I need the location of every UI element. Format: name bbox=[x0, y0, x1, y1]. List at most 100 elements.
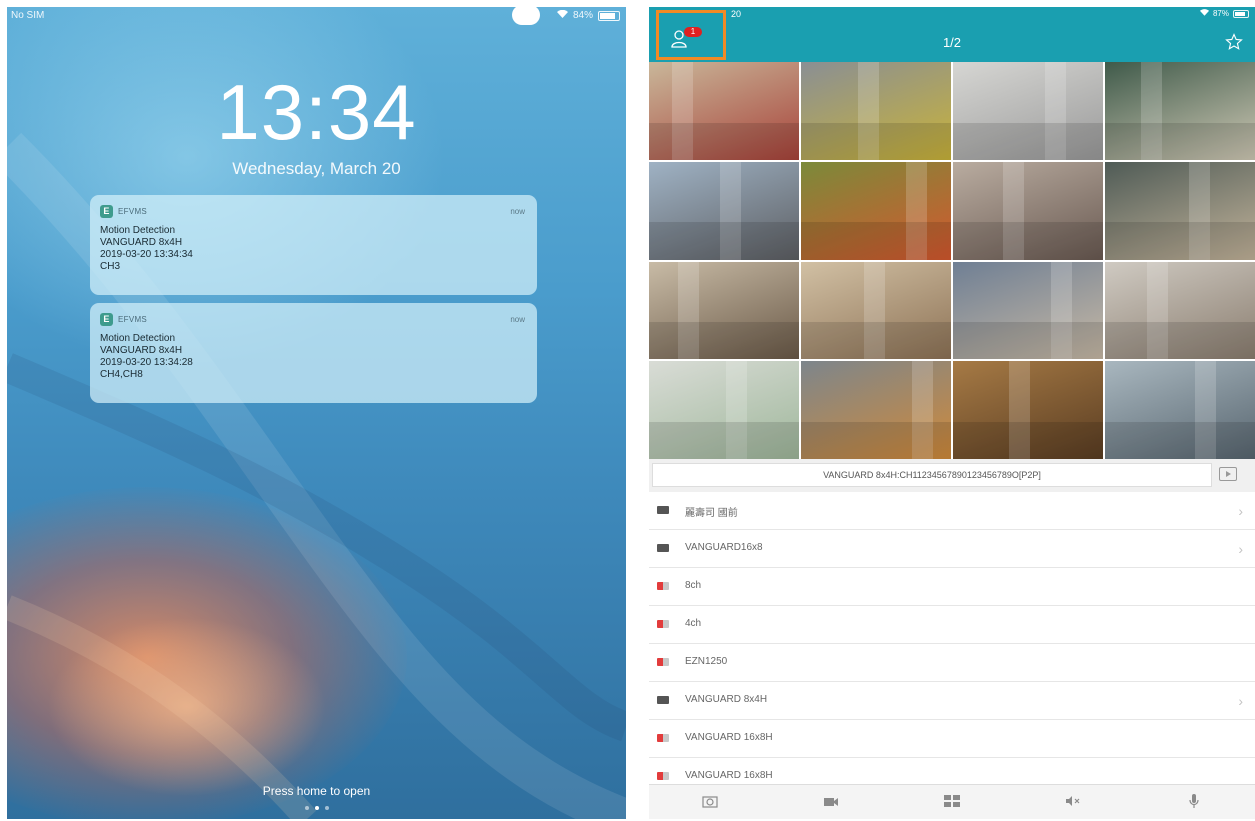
notification-app-name: EFVMS bbox=[118, 315, 148, 324]
layout-icon bbox=[943, 795, 960, 810]
mute-button[interactable] bbox=[1061, 791, 1085, 815]
device-list[interactable]: 麗壽司 國前 › VANGUARD16x8 › 8ch 4ch EZN1250 VANGUAR… bbox=[649, 492, 1255, 784]
favorite-button[interactable] bbox=[1225, 33, 1243, 56]
selected-channel-bar[interactable]: VANGUARD 8x4H:CH11234567890123456789O[P2… bbox=[652, 463, 1212, 487]
camera-view-hospital-corridor[interactable] bbox=[649, 361, 799, 459]
device-row[interactable]: EZN1250 bbox=[649, 644, 1255, 682]
snapshot-icon bbox=[701, 795, 718, 811]
device-name: EZN1250 bbox=[685, 656, 728, 667]
ipc-icon bbox=[657, 582, 669, 590]
camera-scene-floor bbox=[649, 322, 799, 360]
battery-icon bbox=[1233, 9, 1249, 18]
device-name: VANGUARD16x8 bbox=[685, 542, 763, 553]
ipc-icon bbox=[657, 620, 669, 628]
ipc-icon bbox=[657, 734, 669, 742]
notification-card[interactable]: E EFVMS now Motion Detection VANGUARD 8x… bbox=[90, 195, 537, 295]
notification-app: E EFVMS bbox=[100, 313, 147, 326]
playback-button[interactable] bbox=[1219, 467, 1237, 481]
camera-view-mall-atrium[interactable] bbox=[649, 261, 799, 360]
camera-scene-floor bbox=[1105, 421, 1255, 459]
notification-title: Motion Detection bbox=[100, 225, 176, 236]
camera-view-fruit-market[interactable] bbox=[801, 161, 951, 260]
ipc-icon bbox=[657, 658, 669, 666]
camera-view-bus-street[interactable] bbox=[801, 62, 951, 160]
camera-view-glass-entrance[interactable] bbox=[1105, 361, 1255, 459]
battery-icon bbox=[598, 10, 620, 21]
snapshot-button[interactable] bbox=[698, 791, 722, 815]
wifi-icon bbox=[556, 9, 568, 21]
mute-icon bbox=[1065, 795, 1081, 810]
camera-view-mall-escalator[interactable] bbox=[1105, 161, 1255, 260]
ipc-icon bbox=[657, 772, 669, 780]
camera-scene-floor bbox=[801, 421, 951, 459]
notification-title: Motion Detection bbox=[100, 333, 176, 344]
device-row[interactable]: 4ch bbox=[649, 606, 1255, 644]
microphone-button[interactable] bbox=[1182, 791, 1206, 815]
camera-view-mall-escalator-2[interactable] bbox=[801, 261, 951, 360]
device-row[interactable]: 麗壽司 國前 › bbox=[649, 492, 1255, 530]
page-dot bbox=[324, 806, 329, 810]
camera-view-supermarket-aisle[interactable] bbox=[649, 62, 799, 160]
notification-app-name: EFVMS bbox=[118, 207, 148, 216]
camera-view-airport-plane[interactable] bbox=[649, 161, 799, 260]
chevron-right-icon: › bbox=[1238, 503, 1243, 519]
camera-scene-floor bbox=[1105, 322, 1255, 360]
device-row[interactable]: VANGUARD16x8 › bbox=[649, 530, 1255, 568]
chevron-right-icon: › bbox=[1238, 541, 1243, 557]
carrier-label: No SIM bbox=[11, 10, 45, 21]
layout-button[interactable] bbox=[940, 791, 964, 815]
dvr-icon bbox=[657, 544, 669, 552]
efvms-app-icon: E bbox=[100, 205, 113, 218]
camera-view-busy-street[interactable] bbox=[953, 161, 1103, 260]
camera-scene-floor bbox=[649, 222, 799, 260]
device-name: VANGUARD 16x8H bbox=[685, 770, 773, 781]
camera-grid bbox=[649, 62, 1255, 459]
record-button[interactable] bbox=[819, 791, 843, 815]
camera-scene-floor bbox=[649, 122, 799, 160]
lock-time: 13:34 bbox=[216, 68, 417, 156]
battery-percent: 84% bbox=[572, 10, 593, 21]
camera-scene-floor bbox=[953, 122, 1103, 160]
camera-view-library-hall[interactable] bbox=[953, 361, 1103, 459]
page-dots bbox=[7, 806, 626, 810]
device-row[interactable]: VANGUARD 8x4H › bbox=[649, 682, 1255, 720]
camera-scene-floor bbox=[801, 222, 951, 260]
camera-scene-floor bbox=[1105, 122, 1255, 160]
record-icon bbox=[823, 795, 839, 810]
device-name: 4ch bbox=[685, 618, 702, 629]
lock-screen: No SIM 84% 13:34 Wednesday, March 20 E E… bbox=[7, 7, 626, 819]
device-row[interactable]: VANGUARD 16x8H bbox=[649, 758, 1255, 784]
notification-device: VANGUARD 8x4H bbox=[100, 345, 183, 356]
lock-date: Wednesday, March 20 bbox=[232, 159, 401, 178]
notification-channels: CH4,CH8 bbox=[100, 369, 143, 380]
chevron-right-icon: › bbox=[1238, 693, 1243, 709]
wifi-icon bbox=[1199, 9, 1209, 18]
camera-view-elevator-lobby[interactable] bbox=[953, 62, 1103, 160]
camera-view-food-court[interactable] bbox=[953, 261, 1103, 360]
notification-time: now bbox=[510, 315, 525, 324]
camera-scene-floor bbox=[953, 421, 1103, 459]
page-dot bbox=[314, 806, 319, 810]
camera-view-mall-interior[interactable] bbox=[1105, 261, 1255, 360]
battery-percent: 87% bbox=[1212, 9, 1229, 18]
device-row[interactable]: 8ch bbox=[649, 568, 1255, 606]
device-row[interactable]: VANGUARD 16x8H bbox=[649, 720, 1255, 758]
status-time: 20 bbox=[731, 9, 742, 19]
device-name: 麗壽司 國前 bbox=[685, 508, 738, 519]
camera-view-shopping-arcade[interactable] bbox=[1105, 62, 1255, 160]
notification-card[interactable]: E EFVMS now Motion Detection VANGUARD 8x… bbox=[90, 303, 537, 403]
dvr-icon bbox=[657, 506, 669, 514]
notification-app: E EFVMS bbox=[100, 205, 147, 218]
page-indicator: 1/2 bbox=[942, 35, 962, 50]
device-name: 8ch bbox=[685, 580, 702, 591]
camera-scene-floor bbox=[649, 421, 799, 459]
app-status-right: 87% bbox=[1199, 9, 1249, 18]
press-home-hint: Press home to open bbox=[262, 784, 371, 798]
camera-view-metro-train[interactable] bbox=[801, 361, 951, 459]
page-dot bbox=[304, 806, 309, 810]
dvr-icon bbox=[657, 696, 669, 704]
microphone-icon bbox=[1189, 793, 1199, 812]
device-name: VANGUARD 8x4H bbox=[685, 694, 768, 705]
camera-scene-floor bbox=[953, 322, 1103, 360]
status-pill bbox=[512, 7, 540, 25]
